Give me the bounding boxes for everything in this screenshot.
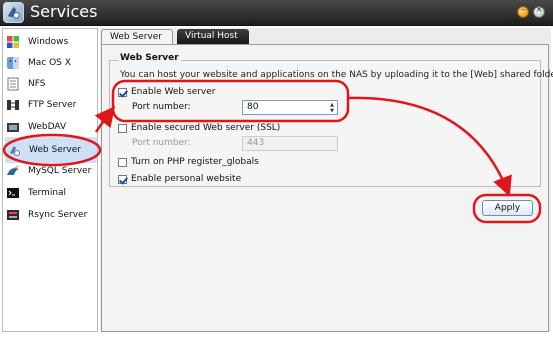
- webdav-icon: [6, 120, 20, 134]
- port-number-value: 80: [247, 102, 259, 112]
- tab-virtual-host[interactable]: Virtual Host: [177, 29, 249, 45]
- personal-website-checkbox[interactable]: [118, 174, 127, 184]
- windows-icon: [6, 35, 20, 49]
- apply-button[interactable]: Apply: [482, 200, 533, 216]
- sidebar-item-label: Windows: [28, 37, 69, 47]
- sidebar-item-mac-os-x[interactable]: Mac OS X: [4, 53, 94, 73]
- sidebar-item-web-server[interactable]: Web Server: [5, 137, 97, 163]
- ssl-port-number-input: 443: [242, 136, 338, 151]
- sidebar-item-label: FTP Server: [28, 100, 77, 110]
- enable-ssl-row[interactable]: Enable secured Web server (SSL): [118, 122, 280, 134]
- sidebar-item-windows[interactable]: Windows: [4, 32, 94, 52]
- enable-ssl-label: Enable secured Web server (SSL): [131, 123, 281, 133]
- sidebar-item-label: Mac OS X: [28, 58, 71, 68]
- personal-website-label: Enable personal website: [131, 174, 242, 184]
- section-title: Web Server: [118, 53, 181, 63]
- finder-icon: [6, 56, 20, 70]
- sidebar-item-label: NFS: [28, 79, 46, 89]
- port-number-input[interactable]: 80 ▲ ▼: [242, 100, 338, 115]
- sidebar-item-rsync-server[interactable]: Rsync Server: [4, 205, 94, 225]
- web-server-icon: [7, 143, 21, 157]
- sidebar-item-label: Web Server: [29, 145, 81, 155]
- enable-web-server-checkbox[interactable]: [118, 87, 127, 97]
- terminal-icon: [6, 186, 20, 200]
- sidebar-item-label: Terminal: [28, 188, 67, 198]
- nfs-icon: [6, 77, 20, 91]
- tab-web-server[interactable]: Web Server: [101, 29, 173, 45]
- sidebar-item-label: Rsync Server: [28, 210, 88, 220]
- sidebar-item-terminal[interactable]: Terminal: [4, 183, 94, 203]
- php-register-globals-row[interactable]: Turn on PHP register_globals: [118, 156, 259, 168]
- description-text: You can host your website and applicatio…: [120, 70, 553, 80]
- enable-ssl-checkbox[interactable]: [118, 123, 127, 133]
- enable-web-server-row[interactable]: Enable Web server: [118, 86, 216, 98]
- ssl-port-number-value: 443: [247, 138, 265, 148]
- title-bar: Services – ×: [0, 0, 553, 26]
- sidebar-item-nfs[interactable]: NFS: [4, 74, 94, 94]
- sidebar-item-ftp-server[interactable]: FTP Server: [4, 95, 94, 115]
- port-number-label: Port number:: [132, 102, 191, 112]
- rsync-icon: [6, 208, 20, 222]
- mysql-icon: [6, 164, 20, 178]
- sidebar-item-label: MySQL Server: [28, 166, 92, 176]
- minimize-icon[interactable]: –: [517, 5, 529, 18]
- sidebar-item-label: WebDAV: [28, 122, 67, 132]
- port-spinner[interactable]: ▲ ▼: [328, 102, 336, 114]
- sidebar-item-webdav[interactable]: WebDAV: [4, 117, 94, 137]
- php-register-globals-checkbox[interactable]: [118, 157, 127, 167]
- window-title: Services: [30, 2, 98, 21]
- close-icon[interactable]: ×: [533, 5, 545, 18]
- enable-web-server-label: Enable Web server: [131, 87, 216, 97]
- php-register-globals-label: Turn on PHP register_globals: [131, 157, 259, 167]
- ssl-port-number-label: Port number:: [132, 138, 191, 148]
- personal-website-row[interactable]: Enable personal website: [118, 173, 241, 185]
- ftp-icon: [6, 98, 20, 112]
- services-app-icon: [3, 2, 24, 23]
- sidebar-item-mysql-server[interactable]: MySQL Server: [4, 161, 94, 181]
